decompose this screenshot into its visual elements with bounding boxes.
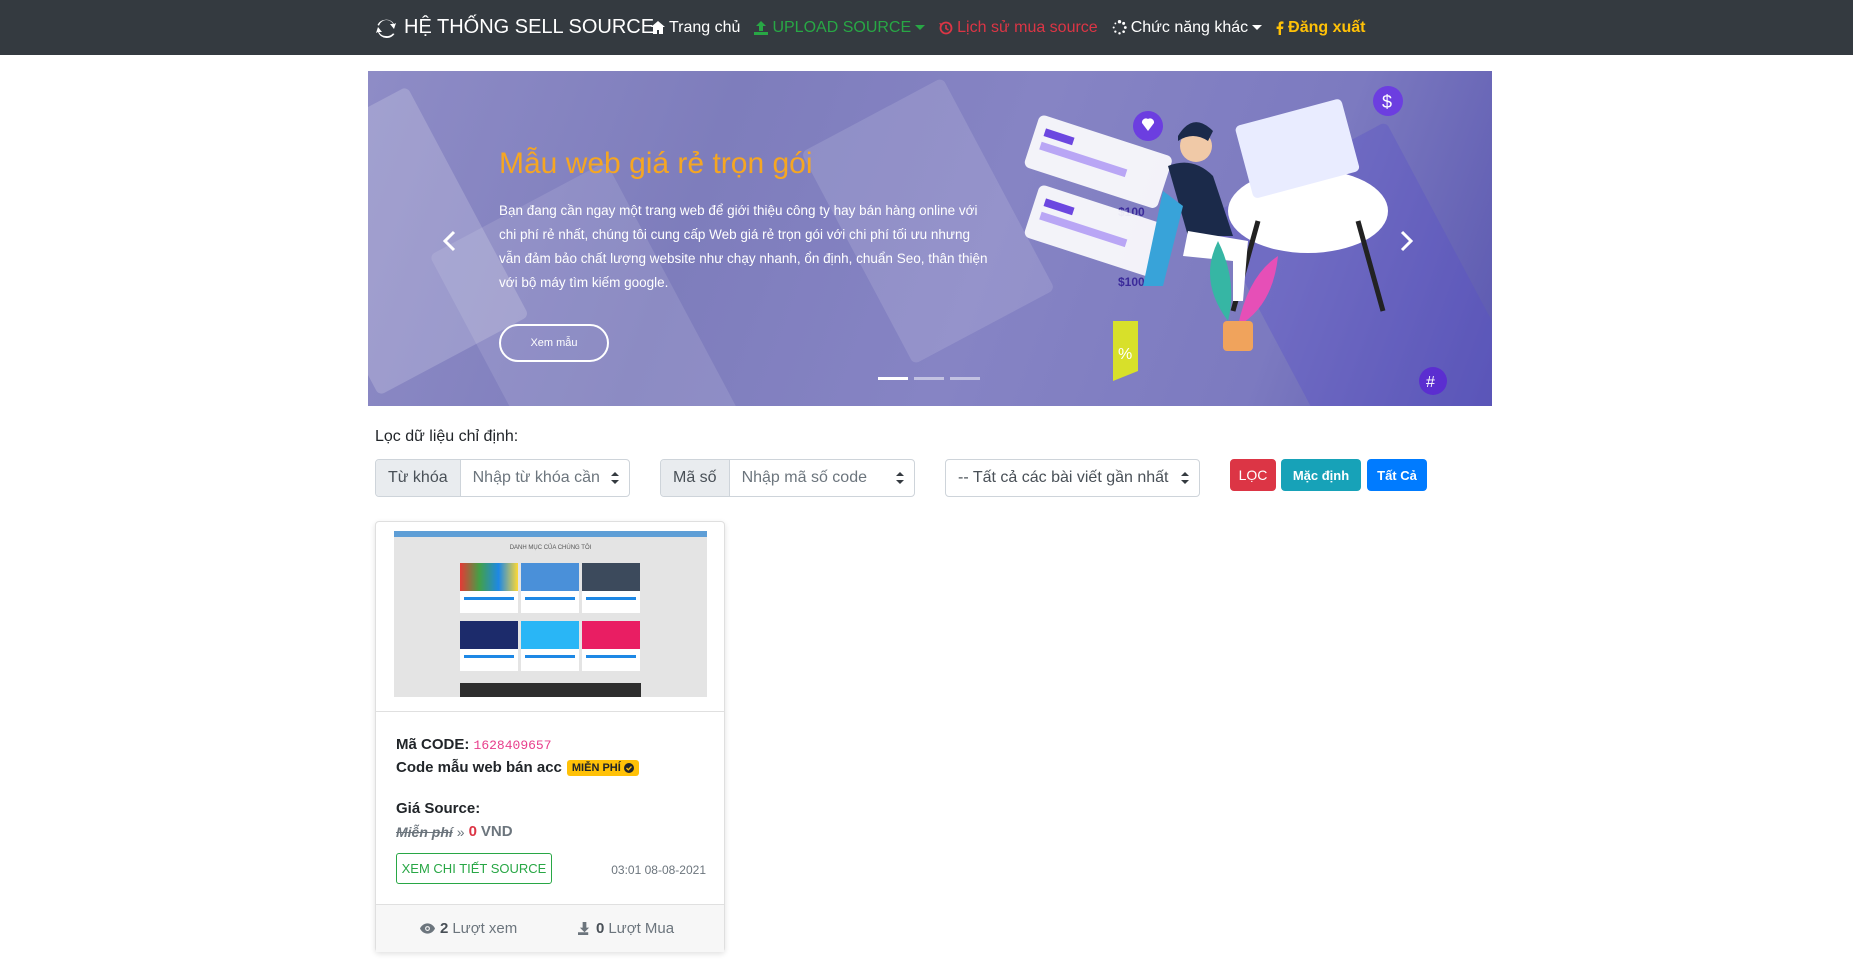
code-input-group: Mã số Nhập mã số code: [660, 459, 915, 497]
brand-title: HỆ THỐNG SELL SOURCE: [404, 16, 655, 38]
home-icon: [651, 21, 665, 34]
source-name-line: Code mẫu web bán acc MIỄN PHÍ: [396, 759, 639, 776]
chevron-left-icon: [442, 230, 456, 252]
carousel-indicator-2[interactable]: [914, 377, 944, 380]
top-navbar: HỆ THỐNG SELL SOURCE Trang chủ UPLOAD SO…: [0, 0, 1853, 55]
code-placeholder: Nhập mã số code: [741, 469, 867, 486]
source-card: DANH MỤC CỦA CHÚNG TÔI Mã CODE: 16284096…: [375, 521, 725, 952]
nav-upload-source[interactable]: UPLOAD SOURCE: [754, 18, 926, 37]
nav-other-functions[interactable]: Chức năng khác: [1112, 18, 1263, 37]
buys-label: Lượt Mua: [608, 920, 675, 937]
view-samples-button[interactable]: Xem mẫu: [499, 324, 609, 362]
thumb-caption: DANH MỤC CỦA CHÚNG TÔI: [509, 545, 592, 551]
keyword-prefix: Từ khóa: [376, 460, 461, 496]
hero-carousel: Mẫu web giá rẻ trọn gói Bạn đang cần nga…: [368, 71, 1492, 406]
main-menu: Trang chủ UPLOAD SOURCE Lịch sử mua sour…: [651, 0, 1380, 55]
buys-stat: 0 Lượt Mua: [578, 920, 674, 937]
old-price: Miễn phí: [396, 823, 453, 840]
card-divider: [376, 711, 724, 712]
brand-link[interactable]: HỆ THỐNG SELL SOURCE: [376, 0, 654, 55]
nav-home-label: Trang chủ: [669, 18, 741, 36]
default-button[interactable]: Mặc định: [1281, 459, 1361, 491]
nav-home[interactable]: Trang chủ: [651, 19, 740, 37]
facebook-icon: [1276, 20, 1284, 35]
views-label: Lượt xem: [452, 920, 518, 937]
keyword-input-group: Từ khóa Nhập từ khóa cần: [375, 459, 630, 497]
chevron-down-icon: [915, 25, 926, 30]
card-footer: 2 Lượt xem 0 Lượt Mua: [376, 904, 724, 952]
developer-illustration: $100 $100 % $ #: [1024, 86, 1447, 395]
sort-select-value: -- Tất cả các bài viết gần nhất: [958, 469, 1169, 486]
carousel-indicator-1[interactable]: [878, 377, 908, 380]
keyword-input[interactable]: Nhập từ khóa cần: [461, 460, 629, 496]
spinner-icon: [1112, 20, 1127, 35]
free-badge: MIỄN PHÍ: [566, 759, 639, 776]
view-detail-button[interactable]: XEM CHI TIẾT SOURCE: [396, 853, 552, 884]
download-icon: [578, 922, 590, 935]
code-label: Mã CODE:: [396, 736, 470, 753]
nav-history-label: Lịch sử mua source: [957, 18, 1098, 36]
sort-arrows-icon: [1181, 472, 1189, 484]
history-icon: [939, 21, 953, 34]
thumb-tile: [460, 621, 518, 671]
thumb-tile: [460, 563, 518, 613]
banner-description: Bạn đang cần ngay một trang web để giới …: [499, 203, 988, 290]
price-label: Giá Source:: [396, 800, 481, 817]
price-value: 0: [468, 823, 477, 840]
free-badge-label: MIỄN PHÍ: [571, 761, 621, 774]
carousel-prev-button[interactable]: [442, 227, 456, 259]
nav-purchase-history[interactable]: Lịch sử mua source: [939, 19, 1098, 37]
banner-title: Mẫu web giá rẻ trọn gói: [499, 147, 813, 180]
code-input[interactable]: Nhập mã số code: [730, 460, 914, 496]
thumb-tile: [521, 621, 579, 671]
views-count: 2: [440, 920, 449, 937]
chevron-down-icon: [1252, 25, 1263, 30]
keyword-placeholder: Nhập từ khóa cần: [472, 469, 600, 486]
thumb-tile: [582, 563, 640, 613]
filter-button[interactable]: LỌC: [1230, 459, 1276, 491]
percent-tag-text: %: [1118, 346, 1132, 363]
post-date: 03:01 08-08-2021: [611, 863, 706, 877]
source-name: Code mẫu web bán acc: [396, 759, 562, 776]
code-prefix: Mã số: [661, 460, 730, 496]
price-separator: »: [456, 823, 465, 840]
check-circle-icon: [623, 762, 634, 773]
nav-upload-label: UPLOAD SOURCE: [772, 18, 912, 36]
filter-label: Lọc dữ liệu chỉ định:: [375, 428, 519, 445]
thumb-header-bar: [394, 531, 707, 537]
eye-icon: [420, 923, 435, 934]
buys-count: 0: [596, 920, 605, 937]
dollar-pin-text: $: [1382, 92, 1392, 112]
price-line: Miễn phí » 0 VND: [396, 823, 513, 840]
carousel-indicators: [878, 377, 986, 380]
thumb-footer-bar: [460, 683, 641, 697]
hash-pin-text: #: [1426, 374, 1435, 391]
thumb-tile: [582, 621, 640, 671]
upload-icon: [754, 20, 769, 35]
price-tag-text: $100: [1118, 275, 1145, 289]
sort-select[interactable]: -- Tất cả các bài viết gần nhất: [945, 459, 1200, 497]
views-stat: 2 Lượt xem: [420, 920, 517, 937]
code-value: 1628409657: [473, 738, 552, 753]
nav-logout-label: Đăng xuất: [1288, 18, 1366, 36]
carousel-indicator-3[interactable]: [950, 377, 980, 380]
sync-icon: [376, 19, 396, 38]
nav-other-label: Chức năng khác: [1130, 18, 1249, 36]
nav-logout[interactable]: Đăng xuất: [1276, 18, 1366, 37]
sort-arrows-icon: [896, 472, 904, 484]
code-line: Mã CODE: 1628409657: [396, 736, 552, 753]
price-currency: VND: [480, 823, 513, 840]
source-thumbnail[interactable]: DANH MỤC CỦA CHÚNG TÔI: [394, 531, 707, 697]
thumb-tile: [521, 563, 579, 613]
sort-arrows-icon: [611, 472, 619, 484]
all-button[interactable]: Tất Cả: [1367, 459, 1427, 491]
